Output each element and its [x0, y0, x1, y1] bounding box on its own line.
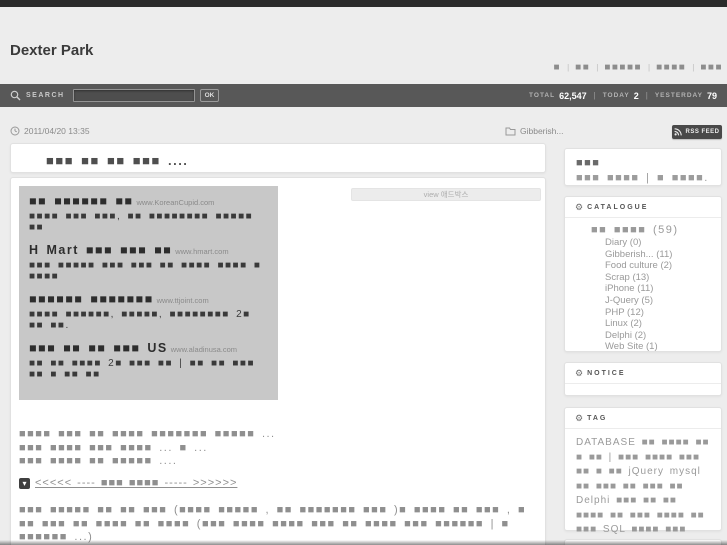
- tag-title: TAG: [587, 415, 608, 422]
- post-paragraph-2: ■■■ ■■■■■ ■■ ■■ ■■■ (■■■■ ■■■■■ , ■■ ■■■…: [19, 504, 543, 545]
- post-date-text: 2011/04/20 13:35: [24, 126, 90, 136]
- total-label: TOTAL: [529, 92, 556, 99]
- sidebar-notice-panel: ⚙ NOTICE: [564, 362, 722, 396]
- paragraph-line: ■■■ ■■■■ ■■■ ■■■■ ... ■ ...: [19, 441, 208, 454]
- search-ok-button[interactable]: OK: [199, 89, 220, 102]
- listing-title[interactable]: ■■■■■■ ■■■■■■■ www.ttjoint.com: [29, 293, 268, 307]
- nav-item[interactable]: ■■■: [686, 62, 723, 73]
- nav-item[interactable]: ■■■■: [642, 62, 686, 73]
- catalogue-item[interactable]: Delphi (2): [605, 330, 721, 342]
- listing-title[interactable]: ■■■ ■■ ■■ ■■■ US www.aladinusa.com: [29, 342, 268, 356]
- rss-feed-button[interactable]: RSS FEED: [672, 125, 722, 139]
- browser-top-bar: [0, 0, 727, 7]
- catalogue-item[interactable]: iPhone (11): [605, 283, 721, 295]
- nav-item[interactable]: ■■: [561, 62, 590, 73]
- tag-cloud[interactable]: DATABASE ■■ ■■■■ ■■ ■ ■■ | ■■■ ■■■■ ■■■ …: [565, 429, 721, 545]
- gear-icon: ⚙: [575, 202, 584, 212]
- catalogue-item[interactable]: Food culture (2): [605, 260, 721, 272]
- window-bottom-shadow: [0, 540, 727, 545]
- listing-url[interactable]: www.aladinusa.com: [171, 345, 237, 354]
- catalogue-root-item[interactable]: ■■ ■■■■ (59): [591, 224, 721, 236]
- tag-header: ⚙ TAG: [565, 408, 721, 429]
- listing-item: H Mart ■■■ ■■■ ■■ www.hmart.com ■■■ ■■■■■…: [29, 244, 268, 283]
- yesterday-label: YESTERDAY: [654, 92, 703, 99]
- nav-item[interactable]: ■: [554, 62, 562, 73]
- catalogue-title: CATALOGUE: [587, 204, 649, 211]
- visitor-stats: TOTAL 62,547 | TODAY 2 | YESTERDAY 79: [529, 91, 717, 101]
- search-bar: SEARCH OK TOTAL 62,547 | TODAY 2 | YESTE…: [0, 84, 727, 107]
- blog-title: Dexter Park: [10, 42, 94, 59]
- listing-body: ■■■■ ■■■■■■, ■■■■■, ■■■■■■■■ 2■ ■■ ■■.: [29, 309, 251, 331]
- nav-item[interactable]: ■■■■■: [590, 62, 642, 73]
- rss-feed-label: RSS FEED: [685, 129, 720, 135]
- listing-item: ■■■■■■ ■■■■■■■ www.ttjoint.com ■■■■ ■■■■■…: [29, 293, 268, 332]
- catalogue-item[interactable]: Scrap (13): [605, 272, 721, 284]
- page: Dexter Park ■ ■■ ■■■■■ ■■■■ ■■■ SEARCH O…: [0, 0, 727, 545]
- more-row: ▾ <<<<< ---- ■■■ ■■■■ ----- >>>>>>: [19, 477, 237, 489]
- search-input[interactable]: [72, 89, 195, 102]
- sidebar-tag-panel: ⚙ TAG DATABASE ■■ ■■■■ ■■ ■ ■■ | ■■■ ■■■…: [564, 407, 722, 545]
- catalogue-header: ⚙ CATALOGUE: [565, 197, 721, 218]
- listing-item: ■■■ ■■ ■■ ■■■ US www.aladinusa.com ■■ ■■ …: [29, 342, 268, 381]
- clock-icon: [10, 126, 20, 136]
- post-paragraph-1: ■■■■ ■■■ ■■ ■■■■ ■■■■■■■ ■■■■■ ... ■■■ ■■…: [19, 428, 543, 469]
- listing-body: ■■ ■■ ■■■■ 2■ ■■■ ■■ | ■■ ■■ ■■■ ■■ ■ ■■…: [29, 358, 256, 380]
- chevron-down-icon[interactable]: ▾: [19, 477, 30, 489]
- listing-url[interactable]: www.hmart.com: [175, 247, 228, 256]
- notice-header: ⚙ NOTICE: [565, 363, 721, 384]
- main-nav: ■ ■■ ■■■■■ ■■■■ ■■■: [554, 62, 723, 73]
- post-date: 2011/04/20 13:35: [10, 126, 90, 136]
- sidebar-catalogue-panel: ⚙ CATALOGUE ■■ ■■■■ (59) Diary (0) Gibber…: [564, 196, 722, 352]
- listing-url[interactable]: www.KoreanCupid.com: [136, 198, 214, 207]
- stats-separator: |: [645, 91, 648, 100]
- catalogue-item[interactable]: J-Query (5): [605, 295, 721, 307]
- today-label: TODAY: [602, 92, 630, 99]
- profile-description: ■■■ ■■■■ | ■ ■■■■.: [576, 172, 709, 184]
- gear-icon: ⚙: [575, 368, 584, 378]
- catalogue-item[interactable]: Linux (2): [605, 318, 721, 330]
- sidebar-profile-panel: ■■■ ■■■ ■■■■ | ■ ■■■■.: [564, 148, 722, 186]
- catalogue-item[interactable]: Diary (0): [605, 237, 721, 249]
- today-value: 2: [633, 90, 639, 101]
- view-adbox-button[interactable]: view 애드박스: [351, 188, 541, 201]
- listing-body: ■■■■ ■■■ ■■■, ■■ ■■■■■■■■ ■■■■■ ■■: [29, 211, 254, 233]
- catalogue-item[interactable]: Web Site (1): [605, 341, 721, 353]
- ad-listings-box: ■■ ■■■■■■ ■■ www.KoreanCupid.com ■■■■ ■■■…: [19, 186, 278, 400]
- search-label: SEARCH: [26, 92, 65, 99]
- listing-item: ■■ ■■■■■■ ■■ www.KoreanCupid.com ■■■■ ■■■…: [29, 195, 268, 234]
- listing-title[interactable]: H Mart ■■■ ■■■ ■■ www.hmart.com: [29, 244, 268, 258]
- folder-icon: [505, 127, 516, 135]
- notice-title: NOTICE: [587, 370, 626, 377]
- more-link[interactable]: <<<<< ---- ■■■ ■■■■ ----- >>>>>>: [35, 477, 237, 489]
- stats-separator: |: [593, 91, 596, 100]
- listing-title[interactable]: ■■ ■■■■■■ ■■ www.KoreanCupid.com: [29, 195, 268, 209]
- post-category-link[interactable]: Gibberish...: [505, 126, 563, 136]
- listing-body: ■■■ ■■■■■ ■■■ ■■■ ■■ ■■■■ ■■■■ ■ ■■■■: [29, 260, 262, 282]
- gear-icon: ⚙: [575, 413, 584, 423]
- profile-name: ■■■: [576, 157, 601, 169]
- paragraph-line: ■■ ■■■ ■■ ■■■■ ■■ ■■■■ (■■■ ■■■■ ■■■■ ■■…: [19, 517, 510, 530]
- paragraph-line: ■■■ ■■■■■ ■■ ■■ ■■■ (■■■■ ■■■■■ , ■■ ■■■…: [19, 504, 527, 516]
- post-body-panel: ■■ ■■■■■■ ■■ www.KoreanCupid.com ■■■■ ■■■…: [10, 177, 546, 545]
- catalogue-item[interactable]: Gibberish... (11): [605, 249, 721, 261]
- paragraph-line: ■■■ ■■■■ ■■ ■■■■■ ....: [19, 455, 178, 467]
- catalogue-list: ■■ ■■■■ (59) Diary (0) Gibberish... (11) F…: [565, 218, 721, 353]
- rss-icon: [674, 128, 683, 136]
- total-value: 62,547: [559, 90, 587, 101]
- listing-url[interactable]: www.ttjoint.com: [157, 296, 209, 305]
- post-category-text: Gibberish...: [520, 126, 564, 136]
- yesterday-value: 79: [706, 90, 717, 101]
- paragraph-line: ■■■■ ■■■ ■■ ■■■■ ■■■■■■■ ■■■■■ ...: [19, 428, 276, 440]
- post-title-panel: ■■■ ■■ ■■ ■■■ ....: [10, 143, 546, 173]
- catalogue-items: Diary (0) Gibberish... (11) Food culture (…: [605, 237, 721, 353]
- catalogue-item[interactable]: PHP (12): [605, 307, 721, 319]
- search-icon: [10, 90, 21, 101]
- post-title[interactable]: ■■■ ■■ ■■ ■■■ ....: [46, 153, 188, 168]
